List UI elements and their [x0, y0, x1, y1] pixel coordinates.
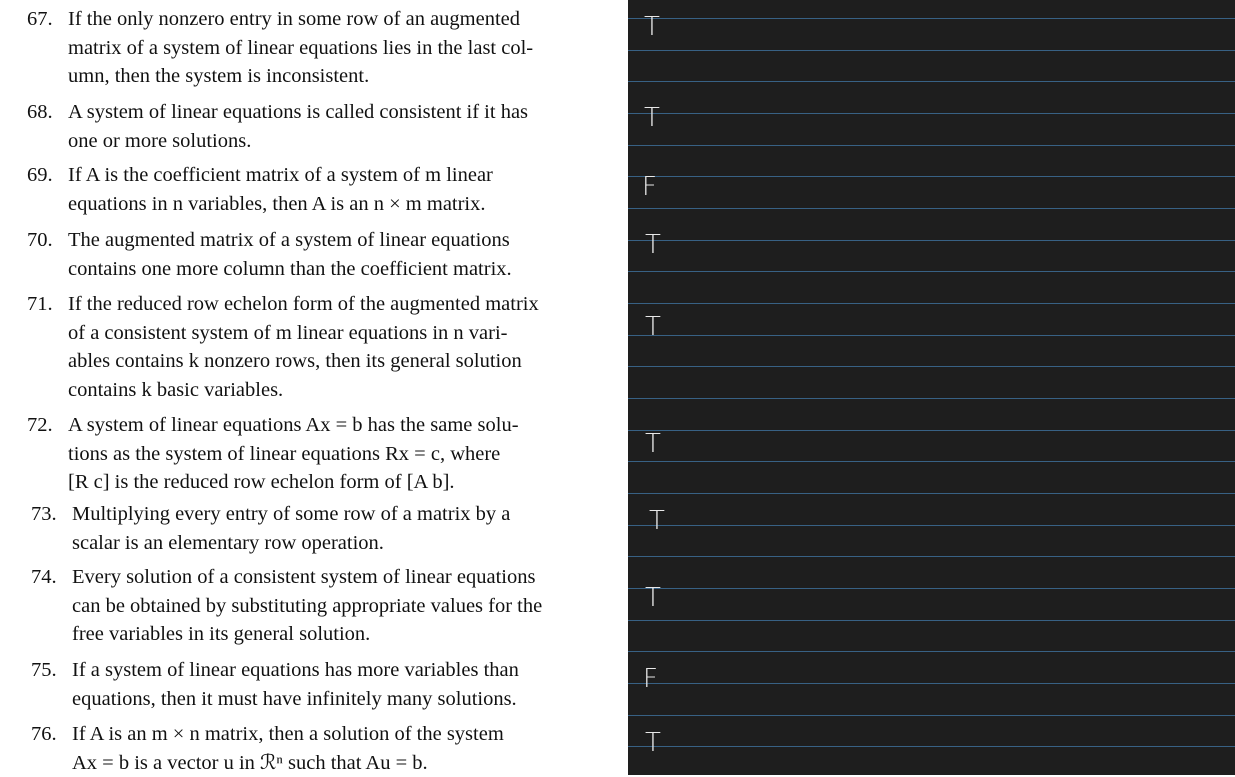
question-text: Every solution of a consistent system of…	[72, 566, 543, 645]
ruled-line	[628, 240, 1235, 241]
question-68: 68. A system of linear equations is call…	[27, 98, 627, 155]
answer-68: T	[644, 103, 660, 133]
ruled-line	[628, 683, 1235, 684]
question-list: 67. If the only nonzero entry in some ro…	[0, 0, 628, 775]
question-text: If the only nonzero entry in some row of…	[68, 8, 534, 87]
answer-71: T	[645, 312, 661, 342]
ruled-line	[628, 746, 1235, 747]
ruled-line	[628, 715, 1235, 716]
ruled-line	[628, 113, 1235, 114]
question-number: 76.	[31, 723, 57, 745]
ruled-line	[628, 556, 1235, 557]
question-text: The augmented matrix of a system of line…	[68, 229, 512, 280]
answer-72: T	[645, 429, 661, 459]
ruled-line	[628, 493, 1235, 494]
ruled-line	[628, 461, 1235, 462]
ruled-line	[628, 208, 1235, 209]
ruled-line	[628, 271, 1235, 272]
question-number: 75.	[31, 659, 57, 681]
question-74: 74. Every solution of a consistent syste…	[31, 563, 631, 649]
question-number: 73.	[31, 503, 57, 525]
question-69: 69. If A is the coefficient matrix of a …	[27, 161, 627, 218]
ruled-line	[628, 651, 1235, 652]
question-text: Multiplying every entry of some row of a…	[72, 503, 511, 554]
ruled-line	[628, 145, 1235, 146]
ruled-line	[628, 18, 1235, 19]
answer-75: F	[643, 664, 658, 694]
question-text: If a system of linear equations has more…	[72, 659, 519, 710]
ruled-line	[628, 81, 1235, 82]
answer-74: T	[645, 583, 661, 613]
question-text: A system of linear equations Ax = b has …	[68, 414, 519, 493]
question-72: 72. A system of linear equations Ax = b …	[27, 411, 627, 497]
ruled-line	[628, 525, 1235, 526]
ruled-line	[628, 335, 1235, 336]
question-71: 71. If the reduced row echelon form of t…	[27, 290, 627, 404]
question-number: 74.	[31, 566, 57, 588]
ruled-line	[628, 588, 1235, 589]
question-number: 72.	[27, 414, 53, 436]
ruled-line	[628, 620, 1235, 621]
question-number: 71.	[27, 293, 53, 315]
ruled-line	[628, 366, 1235, 367]
question-text: If A is the coefficient matrix of a syst…	[68, 164, 493, 215]
question-text: If A is an m × n matrix, then a solution…	[72, 723, 504, 774]
ruled-line	[628, 50, 1235, 51]
question-67: 67. If the only nonzero entry in some ro…	[27, 5, 627, 91]
question-number: 69.	[27, 164, 53, 186]
question-70: 70. The augmented matrix of a system of …	[27, 226, 627, 283]
question-number: 67.	[27, 8, 53, 30]
answer-76: T	[645, 728, 661, 758]
question-number: 70.	[27, 229, 53, 251]
question-75: 75. If a system of linear equations has …	[31, 656, 631, 713]
ruled-line	[628, 430, 1235, 431]
answer-70: T	[645, 230, 661, 260]
question-number: 68.	[27, 101, 53, 123]
ruled-line	[628, 176, 1235, 177]
question-73: 73. Multiplying every entry of some row …	[31, 500, 631, 557]
answer-67: T	[644, 12, 660, 42]
question-text: A system of linear equations is called c…	[68, 101, 529, 152]
answer-notes-panel: T T F T T T T T F T	[628, 0, 1235, 775]
answer-69: F	[642, 172, 657, 202]
ruled-line	[628, 398, 1235, 399]
answer-73: T	[649, 506, 665, 536]
question-text: If the reduced row echelon form of the a…	[68, 293, 539, 401]
ruled-line	[628, 303, 1235, 304]
question-76: 76. If A is an m × n matrix, then a solu…	[31, 720, 631, 777]
